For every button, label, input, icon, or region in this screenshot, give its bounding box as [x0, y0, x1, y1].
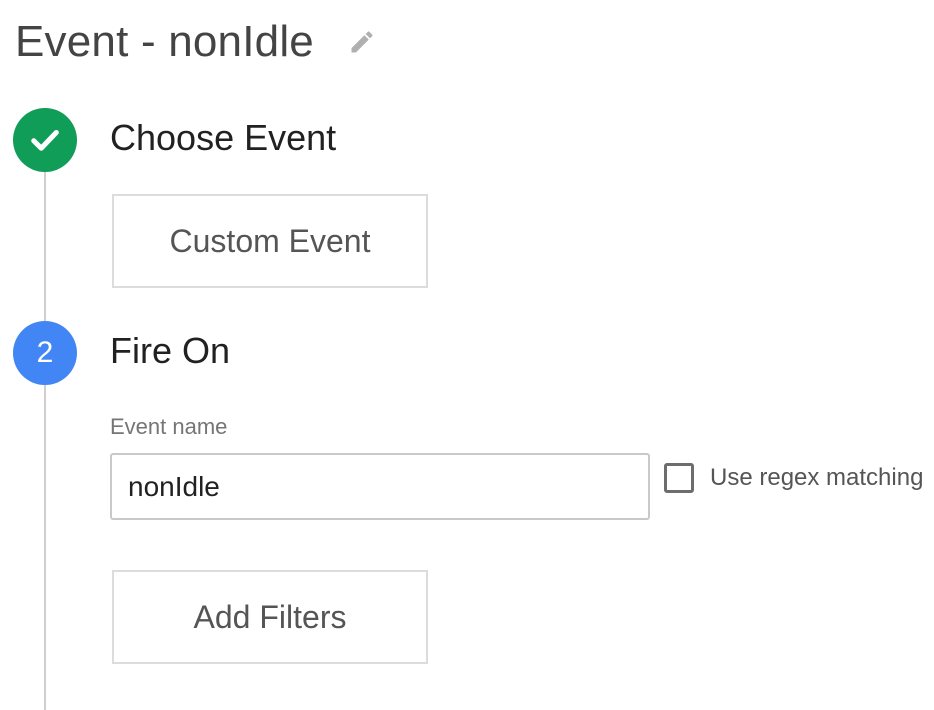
step-title-fire-on: Fire On — [110, 330, 231, 371]
step-number-badge: 2 — [13, 321, 77, 385]
step-title-choose-event: Choose Event — [110, 117, 337, 158]
check-icon — [31, 129, 59, 151]
page-title: Event - nonIdle — [15, 17, 314, 66]
event-name-input[interactable] — [110, 453, 650, 520]
regex-matching-label: Use regex matching — [710, 464, 924, 491]
event-name-label: Event name — [110, 414, 228, 439]
regex-matching-option[interactable]: Use regex matching — [664, 463, 923, 493]
title-row: Event - nonIdle — [15, 14, 376, 70]
regex-matching-checkbox[interactable] — [664, 463, 694, 493]
add-filters-button[interactable]: Add Filters — [112, 570, 428, 664]
timeline-line — [44, 385, 46, 710]
trigger-editor: Event - nonIdle Choose Event Custom Even… — [0, 0, 934, 710]
timeline-line — [44, 172, 46, 321]
custom-event-button[interactable]: Custom Event — [112, 194, 428, 288]
pencil-icon[interactable] — [348, 28, 376, 56]
step-complete-badge — [13, 108, 77, 172]
